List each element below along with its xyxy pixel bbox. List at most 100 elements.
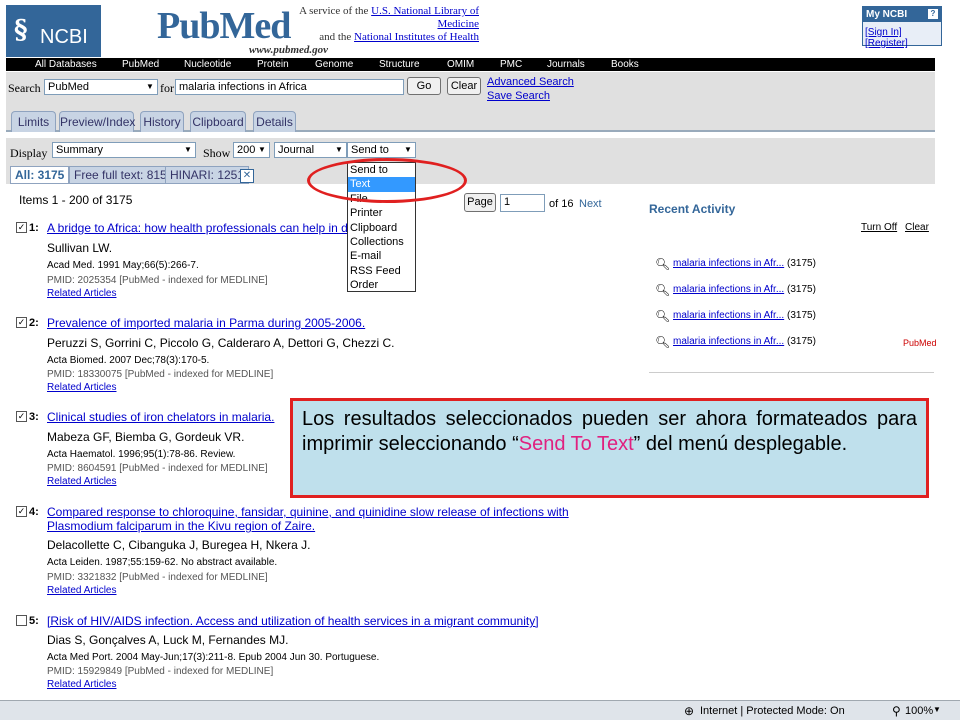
database-select[interactable]: PubMed ▼ — [44, 79, 158, 95]
callout-highlight: Send To Text — [518, 433, 634, 455]
result-checkbox[interactable]: ✓ — [16, 506, 27, 517]
result-authors: Peruzzi S, Gorrini C, Piccolo G, Caldera… — [47, 336, 395, 350]
chevron-down-icon: ▼ — [146, 82, 154, 91]
page-number-value: 1 — [504, 196, 511, 208]
recent-search-link[interactable]: malaria infections in Afr... — [673, 258, 784, 269]
clear-activity-link[interactable]: Clear — [905, 222, 929, 233]
nav-pmc[interactable]: PMC — [500, 59, 522, 70]
recent-search-link[interactable]: malaria infections in Afr... — [673, 310, 784, 321]
clear-button[interactable]: Clear — [447, 77, 481, 95]
show-count-select[interactable]: 200 ▼ — [233, 142, 270, 158]
tab-history[interactable]: History — [140, 111, 184, 132]
nav-protein[interactable]: Protein — [257, 59, 289, 70]
filter-hinari[interactable]: HINARI: 1251 — [165, 166, 250, 184]
related-articles-link[interactable]: Related Articles — [47, 288, 116, 299]
filter-free-full-text[interactable]: Free full text: 815 — [69, 166, 172, 184]
nih-link[interactable]: National Institutes of Health — [354, 31, 479, 43]
service-text-2: and the — [319, 31, 355, 43]
menu-item-email[interactable]: E-mail — [348, 249, 415, 263]
result-authors: Mabeza GF, Biemba G, Gordeuk VR. — [47, 430, 245, 444]
tab-details[interactable]: Details — [253, 111, 296, 132]
nav-journals[interactable]: Journals — [547, 59, 585, 70]
pubmed-logo[interactable]: PubMed www.pubmed.gov — [157, 4, 328, 56]
menu-item-collections[interactable]: Collections — [348, 235, 415, 249]
result-pmid: PMID: 8604591 [PubMed - indexed for MEDL… — [47, 463, 268, 474]
send-to-select[interactable]: Send to ▼ — [347, 142, 416, 158]
result-checkbox[interactable]: ✓ — [16, 411, 27, 422]
result-title-link[interactable]: Compared response to chloroquine, fansid… — [47, 505, 587, 533]
result-source: Acta Haematol. 1996;95(1):78-86. Review. — [47, 449, 236, 460]
result-title-link[interactable]: A bridge to Africa: how health professio… — [47, 221, 587, 235]
result-title-link[interactable]: [Risk of HIV/AIDS infection. Access and … — [47, 614, 587, 628]
tab-preview-index[interactable]: Preview/Index — [59, 111, 135, 132]
nav-omim[interactable]: OMIM — [447, 59, 474, 70]
nav-genome[interactable]: Genome — [315, 59, 353, 70]
menu-item-order[interactable]: Order — [348, 278, 415, 292]
filter-tabs: All: 3175 Free full text: 815 HINARI: 12… — [6, 166, 935, 184]
result-source: Acad Med. 1991 May;66(5):266-7. — [47, 260, 199, 271]
related-articles-link[interactable]: Related Articles — [47, 476, 116, 487]
recent-activity-panel: Recent Activity Turn Off Clear 🔍︎ malaria… — [649, 200, 937, 375]
recent-search-link[interactable]: malaria infections in Afr... — [673, 336, 784, 347]
tab-clipboard[interactable]: Clipboard — [190, 111, 246, 132]
nav-books[interactable]: Books — [611, 59, 639, 70]
search-input[interactable]: malaria infections in Africa — [175, 79, 404, 95]
turn-off-link[interactable]: Turn Off — [861, 222, 897, 233]
ncbi-logo[interactable]: § NCBI — [6, 5, 101, 57]
nav-pubmed[interactable]: PubMed — [122, 59, 159, 70]
related-articles-link[interactable]: Related Articles — [47, 382, 116, 393]
result-checkbox[interactable]: ✓ — [16, 222, 27, 233]
display-label: Display — [10, 146, 48, 160]
recent-search-link[interactable]: malaria infections in Afr... — [673, 284, 784, 295]
instruction-callout: Los resultados seleccionados pueden ser … — [290, 398, 929, 498]
go-button[interactable]: Go — [407, 77, 441, 95]
result-source: Acta Med Port. 2004 May-Jun;17(3):211-8.… — [47, 652, 380, 663]
result-item: ✓ 1: A bridge to Africa: how health prof… — [16, 221, 596, 302]
nav-structure[interactable]: Structure — [379, 59, 420, 70]
filter-all[interactable]: All: 3175 — [10, 166, 70, 184]
browser-status-bar: ⊕ Internet | Protected Mode: On ⚲ 100% ▼ — [0, 700, 960, 720]
result-checkbox[interactable] — [16, 615, 27, 626]
recent-activity-title: Recent Activity — [649, 202, 736, 216]
sign-in-link[interactable]: [Sign In] — [865, 27, 902, 38]
page-button[interactable]: Page — [464, 193, 496, 212]
menu-item-rss-feed[interactable]: RSS Feed — [348, 264, 415, 278]
result-pmid: PMID: 3321832 [PubMed - indexed for MEDL… — [47, 572, 268, 583]
result-checkbox[interactable]: ✓ — [16, 317, 27, 328]
page-number-input[interactable]: 1 — [500, 194, 545, 212]
search-query-text: malaria infections in Africa — [179, 81, 307, 93]
related-articles-link[interactable]: Related Articles — [47, 679, 116, 690]
advanced-search-link[interactable]: Advanced Search — [487, 76, 574, 88]
page-header: § NCBI PubMed www.pubmed.gov A service o… — [0, 0, 960, 58]
result-title-link[interactable]: Clinical studies of iron chelators in ma… — [47, 410, 287, 424]
related-articles-link[interactable]: Related Articles — [47, 585, 116, 596]
menu-item-printer[interactable]: Printer — [348, 206, 415, 220]
register-link[interactable]: [Register] — [865, 38, 908, 49]
tab-limits[interactable]: Limits — [11, 111, 56, 132]
sort-select[interactable]: Journal ▼ — [274, 142, 347, 158]
nav-all-databases[interactable]: All Databases — [35, 59, 97, 70]
chevron-down-icon: ▼ — [404, 145, 412, 154]
highlight-ellipse — [307, 158, 467, 203]
result-source: Acta Biomed. 2007 Dec;78(3):170-5. — [47, 355, 210, 366]
nlm-link[interactable]: U.S. National Library of Medicine — [371, 5, 479, 30]
chevron-down-icon: ▼ — [184, 145, 192, 154]
next-page-link[interactable]: Next — [579, 198, 602, 210]
magnifier-icon: 🔍︎ — [655, 257, 671, 271]
zoom-level[interactable]: 100% — [905, 705, 933, 717]
menu-item-clipboard[interactable]: Clipboard — [348, 221, 415, 235]
recent-search-count: (3175) — [787, 310, 816, 321]
zoom-icon: ⚲ — [892, 704, 901, 718]
recent-search-count: (3175) — [787, 258, 816, 269]
service-text-1: A service of the — [299, 5, 372, 17]
display-format-select[interactable]: Summary ▼ — [52, 142, 196, 158]
display-format-value: Summary — [56, 144, 104, 156]
chevron-down-icon: ▼ — [258, 145, 266, 154]
nav-nucleotide[interactable]: Nucleotide — [184, 59, 231, 70]
result-title-link[interactable]: Prevalence of imported malaria in Parma … — [47, 316, 587, 330]
result-item: 5: [Risk of HIV/AIDS infection. Access a… — [16, 614, 596, 695]
save-search-link[interactable]: Save Search — [487, 90, 550, 102]
help-icon[interactable]: ? — [928, 9, 938, 19]
chevron-down-icon[interactable]: ▼ — [933, 705, 941, 714]
filter-settings-icon[interactable]: ✕ — [240, 169, 254, 183]
